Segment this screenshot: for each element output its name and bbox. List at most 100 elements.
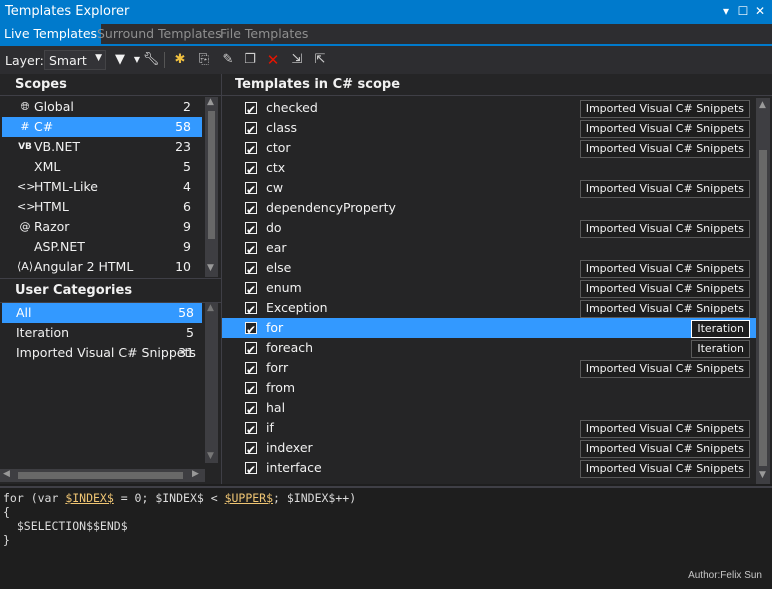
scroll-up-icon[interactable]: ▲ xyxy=(207,97,214,107)
maximize-icon[interactable]: ☐ xyxy=(735,2,751,20)
template-row[interactable]: checked Imported Visual C# Snippets xyxy=(222,98,756,120)
code-line-4: } xyxy=(3,533,10,547)
scroll-right-icon[interactable]: ▶ xyxy=(192,469,199,479)
template-name: ctx xyxy=(266,160,286,175)
categories-hscrollbar[interactable]: ◀ ▶ xyxy=(0,469,205,482)
template-row[interactable]: indexer Imported Visual C# Snippets xyxy=(222,438,756,460)
scroll-down-icon[interactable]: ▼ xyxy=(207,451,214,461)
tab-file-templates[interactable]: File Templates xyxy=(216,24,312,44)
template-row[interactable]: cw Imported Visual C# Snippets xyxy=(222,178,756,200)
hash-icon: # xyxy=(20,120,30,133)
template-row[interactable]: class Imported Visual C# Snippets xyxy=(222,118,756,140)
delete-icon[interactable]: ✕ xyxy=(263,50,283,70)
category-item[interactable]: Iteration 5 xyxy=(2,323,202,343)
template-checkbox[interactable] xyxy=(245,320,257,340)
at-icon: @ xyxy=(19,220,31,233)
scrollbar-thumb[interactable] xyxy=(18,472,183,479)
template-row[interactable]: Exception Imported Visual C# Snippets xyxy=(222,298,756,320)
template-checkbox[interactable] xyxy=(245,240,257,260)
scope-item[interactable]: 🌐︎ Global 2 xyxy=(2,97,202,117)
scroll-down-icon[interactable]: ▼ xyxy=(759,470,766,480)
template-row[interactable]: enum Imported Visual C# Snippets xyxy=(222,278,756,300)
template-row[interactable]: for Iteration xyxy=(222,318,756,340)
template-checkbox[interactable] xyxy=(245,140,257,160)
category-item[interactable]: Imported Visual C# Snippets 31 xyxy=(2,343,202,363)
template-checkbox[interactable] xyxy=(245,300,257,320)
scope-item[interactable]: VB VB.NET 23 xyxy=(2,137,202,157)
scope-item[interactable]: @ Razor 9 xyxy=(2,217,202,237)
author-label: Author:Felix Sun xyxy=(688,570,762,581)
template-name: for xyxy=(266,320,284,335)
template-row[interactable]: forr Imported Visual C# Snippets xyxy=(222,358,756,380)
template-name: cw xyxy=(266,180,284,195)
template-checkbox[interactable] xyxy=(245,440,257,460)
tab-live-templates[interactable]: Live Templates xyxy=(0,24,102,44)
categories-scrollbar[interactable]: ▲ ▼ xyxy=(205,303,218,463)
wrench-icon[interactable]: 🔧︎ xyxy=(141,50,161,70)
edit-icon[interactable]: ✎ xyxy=(218,50,238,70)
panel-splitter[interactable] xyxy=(221,74,222,484)
toolbar-separator xyxy=(164,52,165,68)
template-name: Exception xyxy=(266,300,328,315)
new-template-icon[interactable]: ✱ xyxy=(170,50,190,70)
scroll-up-icon[interactable]: ▲ xyxy=(207,303,214,313)
scope-item[interactable]: XML 5 xyxy=(2,157,202,177)
new-from-clipboard-icon[interactable]: ⎘ xyxy=(194,50,214,70)
template-checkbox[interactable] xyxy=(245,380,257,400)
copy-icon[interactable]: ❐ xyxy=(240,50,260,70)
template-row[interactable]: ear xyxy=(222,238,756,260)
category-tag: Imported Visual C# Snippets xyxy=(579,220,750,238)
template-row[interactable]: from xyxy=(222,378,756,400)
template-checkbox[interactable] xyxy=(245,220,257,240)
scope-item[interactable]: ⟨A⟩ Angular 2 HTML 10 xyxy=(2,257,202,277)
template-checkbox[interactable] xyxy=(245,260,257,280)
template-checkbox[interactable] xyxy=(245,420,257,440)
template-name: do xyxy=(266,220,282,235)
template-row[interactable]: if Imported Visual C# Snippets xyxy=(222,418,756,440)
layer-select[interactable]: Smart ▼ xyxy=(44,50,106,70)
template-row[interactable]: foreach Iteration xyxy=(222,338,756,360)
template-checkbox[interactable] xyxy=(245,400,257,420)
template-checkbox[interactable] xyxy=(245,200,257,220)
scrollbar-thumb[interactable] xyxy=(208,111,215,239)
template-row[interactable]: else Imported Visual C# Snippets xyxy=(222,258,756,280)
scroll-down-icon[interactable]: ▼ xyxy=(207,263,214,273)
scrollbar-thumb[interactable] xyxy=(759,150,767,466)
tab-surround-templates[interactable]: Surround Templates xyxy=(93,24,226,44)
scroll-left-icon[interactable]: ◀ xyxy=(3,469,10,479)
template-row[interactable]: dependencyProperty xyxy=(222,198,756,220)
template-editor[interactable]: for (var $INDEX$ = 0; $INDEX$ < $UPPER$;… xyxy=(0,486,772,589)
template-checkbox[interactable] xyxy=(245,280,257,300)
template-row[interactable]: hal xyxy=(222,398,756,420)
template-checkbox[interactable] xyxy=(245,180,257,200)
templates-scrollbar[interactable]: ▲ ▼ xyxy=(756,98,770,484)
category-tag: Imported Visual C# Snippets xyxy=(579,100,750,118)
template-row[interactable]: ctor Imported Visual C# Snippets xyxy=(222,138,756,160)
close-icon[interactable]: ✕ xyxy=(752,2,768,20)
template-checkbox[interactable] xyxy=(245,360,257,380)
template-name: else xyxy=(266,260,292,275)
category-item[interactable]: All 58 xyxy=(2,303,202,323)
template-checkbox[interactable] xyxy=(245,120,257,140)
scope-count: 9 xyxy=(183,219,191,234)
template-checkbox[interactable] xyxy=(245,460,257,480)
scope-count: 5 xyxy=(183,159,191,174)
template-row[interactable]: interface Imported Visual C# Snippets xyxy=(222,458,756,480)
scope-item[interactable]: <> HTML 6 xyxy=(2,197,202,217)
import-icon[interactable]: ⇲ xyxy=(287,50,307,70)
window-title: Templates Explorer xyxy=(5,4,130,19)
code-line-1: for (var $INDEX$ = 0; $INDEX$ < $UPPER$;… xyxy=(3,491,357,505)
scope-item[interactable]: # C# 58 xyxy=(2,117,202,137)
scroll-up-icon[interactable]: ▲ xyxy=(759,100,766,110)
template-checkbox[interactable] xyxy=(245,160,257,180)
scopes-scrollbar[interactable]: ▲ ▼ xyxy=(205,97,218,277)
scope-item[interactable]: <> HTML-Like 4 xyxy=(2,177,202,197)
scope-item[interactable]: ASP.NET 9 xyxy=(2,237,202,257)
template-row[interactable]: ctx xyxy=(222,158,756,180)
export-icon[interactable]: ⇱ xyxy=(310,50,330,70)
angular-icon: ⟨A⟩ xyxy=(17,260,34,273)
template-checkbox[interactable] xyxy=(245,340,257,360)
template-checkbox[interactable] xyxy=(245,100,257,120)
window-position-icon[interactable]: ▾ xyxy=(718,2,734,20)
template-row[interactable]: do Imported Visual C# Snippets xyxy=(222,218,756,240)
